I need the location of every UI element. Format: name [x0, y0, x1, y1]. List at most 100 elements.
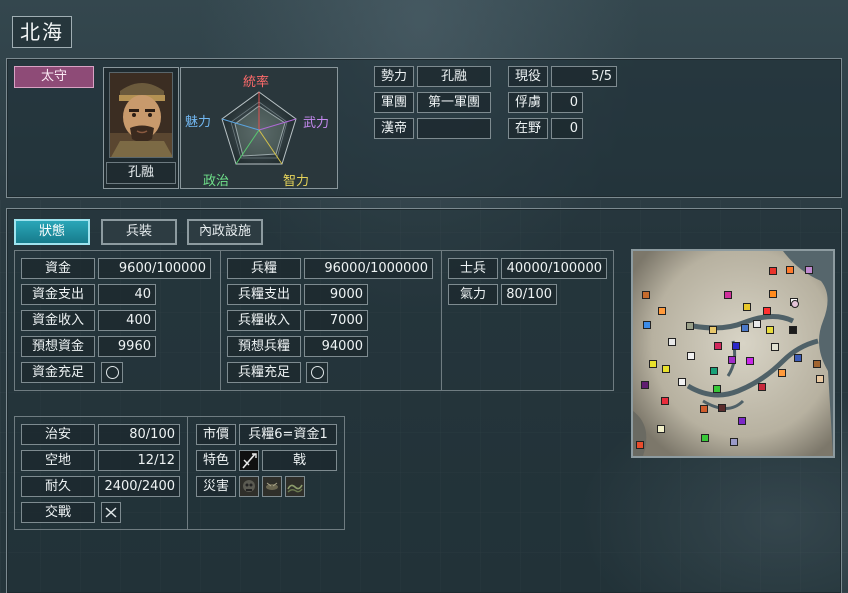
flood-icon — [285, 476, 305, 497]
food-forecast-label: 預想兵糧 — [227, 336, 301, 357]
map-city-marker[interactable] — [766, 326, 774, 334]
map-city-marker[interactable] — [758, 383, 766, 391]
divider — [220, 250, 221, 391]
gold-value: 9600/100000 — [98, 258, 211, 279]
map-city-marker[interactable] — [687, 352, 695, 360]
map-city-marker[interactable] — [636, 441, 644, 449]
battle-label: 交戰 — [21, 502, 95, 523]
map-city-marker[interactable] — [728, 356, 736, 364]
gold-expense-value: 40 — [98, 284, 156, 305]
active-officers-value: 5/5 — [551, 66, 617, 87]
map-city-marker[interactable] — [816, 375, 824, 383]
map-city-marker[interactable] — [658, 307, 666, 315]
food-income-value: 7000 — [304, 310, 368, 331]
food-forecast-value: 94000 — [304, 336, 368, 357]
emperor-label: 漢帝 — [374, 118, 414, 139]
map-city-marker[interactable] — [732, 342, 740, 350]
map-city-marker[interactable] — [678, 378, 686, 386]
army-label: 軍團 — [374, 92, 414, 113]
map-city-marker[interactable] — [668, 338, 676, 346]
map-city-marker[interactable] — [649, 360, 657, 368]
gold-sufficient-label: 資金充足 — [21, 362, 95, 383]
map-city-marker[interactable] — [657, 425, 665, 433]
force-label: 勢力 — [374, 66, 414, 87]
gold-expense-label: 資金支出 — [21, 284, 95, 305]
governor-role-badge: 太守 — [14, 66, 94, 88]
map-city-marker[interactable] — [641, 381, 649, 389]
map-city-marker[interactable] — [709, 326, 717, 334]
tab-facilities[interactable]: 內政設施 — [187, 219, 263, 245]
morale-label: 氣力 — [448, 284, 498, 305]
food-sufficient-icon — [306, 362, 328, 383]
map-city-marker[interactable] — [769, 267, 777, 275]
soldiers-value: 40000/100000 — [501, 258, 607, 279]
map-city-marker[interactable] — [718, 404, 726, 412]
food-value: 96000/1000000 — [304, 258, 433, 279]
stat-label-war: 武力 — [303, 116, 330, 131]
food-label: 兵糧 — [227, 258, 301, 279]
map-city-marker[interactable] — [662, 365, 670, 373]
governor-portrait-card[interactable]: 孔融 — [103, 67, 179, 189]
map-city-marker[interactable] — [714, 342, 722, 350]
public-order-label: 治安 — [21, 424, 95, 445]
locust-icon — [262, 476, 282, 497]
tab-equipment[interactable]: 兵裝 — [101, 219, 177, 245]
free-officers-label: 在野 — [508, 118, 548, 139]
gold-income-value: 400 — [98, 310, 156, 331]
map-city-marker[interactable] — [789, 326, 797, 334]
map-city-marker[interactable] — [741, 324, 749, 332]
map-city-marker[interactable] — [805, 266, 813, 274]
soldiers-label: 士兵 — [448, 258, 498, 279]
map-city-marker[interactable] — [771, 343, 779, 351]
market-label: 市價 — [196, 424, 236, 445]
food-expense-value: 9000 — [304, 284, 368, 305]
tab-status[interactable]: 狀態 — [14, 219, 90, 245]
beihai-city-marker[interactable] — [791, 300, 799, 308]
map-city-marker[interactable] — [746, 357, 754, 365]
food-income-label: 兵糧收入 — [227, 310, 301, 331]
stat-label-politics: 政治 — [203, 174, 230, 189]
battle-status-icon — [101, 502, 121, 523]
specialty-value: 戟 — [262, 450, 337, 471]
ability-radar-chart: 統率 武力 智力 政治 魅力 — [180, 67, 338, 189]
city-name-title: 北海 — [12, 16, 72, 48]
army-value: 第一軍團 — [417, 92, 491, 113]
map-city-marker[interactable] — [686, 322, 694, 330]
map-city-marker[interactable] — [738, 417, 746, 425]
gold-sufficient-icon — [101, 362, 123, 383]
gold-income-label: 資金收入 — [21, 310, 95, 331]
free-officers-value: 0 — [551, 118, 583, 139]
map-city-marker[interactable] — [778, 369, 786, 377]
map-city-marker[interactable] — [642, 291, 650, 299]
food-expense-label: 兵糧支出 — [227, 284, 301, 305]
governor-portrait-image — [109, 72, 173, 158]
map-city-marker[interactable] — [643, 321, 651, 329]
divider — [187, 416, 188, 530]
map-city-marker[interactable] — [661, 397, 669, 405]
map-city-marker[interactable] — [701, 434, 709, 442]
map-city-marker[interactable] — [713, 385, 721, 393]
map-city-marker[interactable] — [724, 291, 732, 299]
governor-name: 孔融 — [106, 162, 176, 184]
public-order-value: 80/100 — [98, 424, 180, 445]
disaster-label: 災害 — [196, 476, 236, 497]
vacant-land-label: 空地 — [21, 450, 95, 471]
map-city-marker[interactable] — [769, 290, 777, 298]
morale-value: 80/100 — [501, 284, 557, 305]
force-value: 孔融 — [417, 66, 491, 87]
map-city-marker[interactable] — [743, 303, 751, 311]
map-city-marker[interactable] — [813, 360, 821, 368]
map-city-marker[interactable] — [700, 405, 708, 413]
minimap[interactable] — [631, 249, 835, 458]
map-city-marker[interactable] — [794, 354, 802, 362]
gold-forecast-value: 9960 — [98, 336, 156, 357]
map-city-marker[interactable] — [763, 307, 771, 315]
map-city-marker[interactable] — [730, 438, 738, 446]
map-city-marker[interactable] — [710, 367, 718, 375]
vacant-land-value: 12/12 — [98, 450, 180, 471]
map-city-marker[interactable] — [753, 320, 761, 328]
gold-forecast-label: 預想資金 — [21, 336, 95, 357]
specialty-label: 特色 — [196, 450, 236, 471]
map-city-marker[interactable] — [786, 266, 794, 274]
stat-label-leadership: 統率 — [243, 75, 270, 90]
